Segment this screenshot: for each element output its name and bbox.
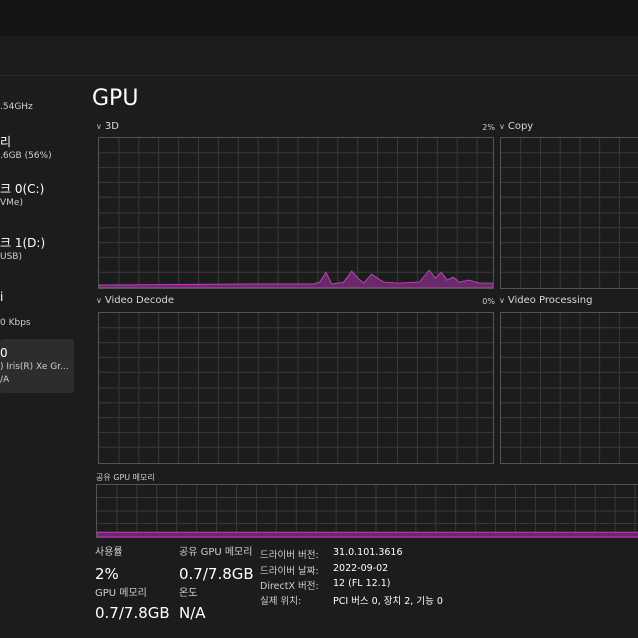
- performance-sidebar: .54GHz 리 .6GB (56%) 크 0(C:) VMe) 크 1(D:)…: [0, 77, 80, 638]
- sidebar-item-disk-d-title: 크 1(D:): [0, 236, 46, 250]
- stat-temperature-label: 온도: [179, 588, 198, 599]
- stat-shared-memory: 공유 GPU 메모리 0.7/7.8GB: [179, 546, 254, 584]
- stat-utilization-value: 2%: [95, 565, 119, 583]
- toolbar: [0, 36, 638, 76]
- title-bar: [0, 0, 638, 36]
- stat-temperature-value: N/A: [179, 604, 206, 622]
- stat-shared-memory-label: 공유 GPU 메모리: [179, 547, 253, 558]
- sidebar-item-disk-d[interactable]: 크 1(D:) USB): [0, 235, 74, 264]
- sidebar-item-gpu-title: 0: [0, 346, 8, 360]
- page-title: GPU: [92, 86, 139, 111]
- info-value-driver-version: 31.0.101.3616: [333, 547, 403, 558]
- engine-label-video-processing: Video Processing: [507, 295, 593, 306]
- chevron-down-icon: ∨: [499, 296, 505, 305]
- stat-temperature: 온도 N/A: [179, 587, 206, 623]
- sidebar-item-wifi[interactable]: i 0 Kbps: [0, 289, 74, 330]
- engine-selector-copy[interactable]: ∨ Copy: [499, 121, 533, 132]
- sidebar-item-disk-c-sub: VMe): [0, 198, 23, 208]
- info-key-directx-version: DirectX 버전:: [260, 581, 319, 592]
- sidebar-item-cpu-sub: .54GHz: [0, 102, 33, 112]
- info-key-driver-date: 드라이버 날짜:: [260, 566, 319, 577]
- sidebar-item-disk-c-title: 크 0(C:): [0, 182, 45, 196]
- stat-shared-memory-value: 0.7/7.8GB: [179, 565, 254, 583]
- info-value-driver-date: 2022-09-02: [333, 563, 389, 574]
- engine-selector-video-processing[interactable]: ∨ Video Processing: [499, 295, 592, 306]
- sidebar-item-gpu-sub2: /A: [0, 375, 10, 385]
- graph-shared-memory: [96, 484, 638, 538]
- stat-utilization-label: 사용률: [95, 547, 123, 558]
- stat-gpu-memory-label: GPU 메모리: [95, 588, 147, 599]
- engine-selector-3d[interactable]: ∨ 3D: [96, 121, 119, 132]
- info-key-physical-location: 실제 위치:: [260, 596, 302, 607]
- engine-percent-3d: 2%: [482, 123, 495, 132]
- stat-gpu-memory-value: 0.7/7.8GB: [95, 604, 170, 622]
- sidebar-item-wifi-sub: 0 Kbps: [0, 318, 31, 328]
- stat-utilization: 사용률 2%: [95, 546, 123, 584]
- sidebar-item-wifi-title: i: [0, 290, 4, 304]
- sidebar-item-gpu-sub: ) Iris(R) Xe Gr...: [0, 362, 69, 372]
- sidebar-item-disk-c[interactable]: 크 0(C:) VMe): [0, 181, 74, 210]
- sidebar-item-memory-title: 리: [0, 135, 12, 149]
- stat-gpu-memory: GPU 메모리 0.7/7.8GB: [95, 587, 170, 623]
- chevron-down-icon: ∨: [499, 122, 505, 131]
- engine-label-video-decode: Video Decode: [104, 295, 175, 306]
- info-key-driver-version: 드라이버 버전:: [260, 550, 319, 561]
- engine-label-copy: Copy: [507, 121, 534, 132]
- info-value-directx-version: 12 (FL 12.1): [333, 578, 391, 589]
- engine-label-3d: 3D: [104, 121, 119, 132]
- sidebar-item-memory-sub: .6GB (56%): [0, 151, 52, 161]
- shared-memory-graph-label: 공유 GPU 메모리: [96, 473, 155, 482]
- graph-3d-usage-area: [99, 269, 493, 288]
- chevron-down-icon: ∨: [96, 296, 102, 305]
- sidebar-item-gpu[interactable]: 0 ) Iris(R) Xe Gr... /A: [0, 339, 74, 393]
- engine-selector-video-decode[interactable]: ∨ Video Decode: [96, 295, 174, 306]
- info-value-physical-location: PCI 버스 0, 장치 2, 기능 0: [333, 596, 443, 607]
- graph-video-decode: [98, 312, 494, 464]
- sidebar-item-disk-d-sub: USB): [0, 252, 22, 262]
- graph-copy: [500, 137, 638, 289]
- sidebar-item-memory[interactable]: 리 .6GB (56%): [0, 134, 74, 163]
- sidebar-item-cpu[interactable]: .54GHz: [0, 101, 74, 114]
- chevron-down-icon: ∨: [96, 122, 102, 131]
- engine-percent-video-decode: 0%: [482, 297, 495, 306]
- graph-video-processing: [500, 312, 638, 464]
- shared-memory-usage-fill: [97, 531, 638, 537]
- graph-3d: [98, 137, 494, 289]
